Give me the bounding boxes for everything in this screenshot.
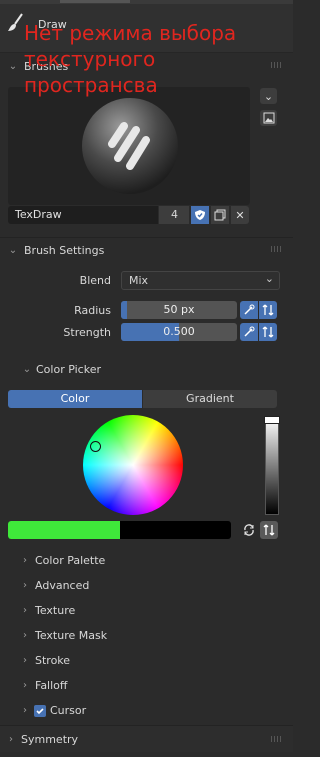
strength-label: Strength bbox=[63, 326, 111, 339]
symmetry-panel: › Symmetry bbox=[0, 725, 293, 752]
blend-value: Mix bbox=[129, 274, 149, 287]
subpanel-label: Falloff bbox=[35, 679, 68, 692]
blend-label: Blend bbox=[79, 274, 111, 287]
tab-marker bbox=[60, 0, 130, 3]
subpanel-advanced[interactable]: › Advanced bbox=[0, 573, 293, 598]
pressure-strength-icon[interactable] bbox=[240, 323, 258, 341]
tab-gradient[interactable]: Gradient bbox=[143, 390, 277, 408]
tab-gradient-label: Gradient bbox=[186, 392, 234, 405]
blend-dropdown[interactable]: Mix ⌄ bbox=[121, 271, 280, 290]
brush-name-field[interactable]: TexDraw bbox=[8, 206, 158, 224]
chevron-down-icon: ⌄ bbox=[8, 60, 18, 72]
tab-color-label: Color bbox=[60, 392, 90, 405]
panel-grip-icon[interactable] bbox=[271, 246, 283, 252]
chevron-right-icon: › bbox=[23, 680, 27, 691]
subpanel-cursor[interactable]: › Cursor bbox=[0, 698, 293, 723]
brush-name: TexDraw bbox=[15, 208, 62, 221]
duplicate-icon[interactable] bbox=[211, 206, 229, 224]
chevron-right-icon: › bbox=[23, 630, 27, 641]
subpanel-texture[interactable]: › Texture bbox=[0, 598, 293, 623]
chevron-right-icon: › bbox=[23, 705, 27, 716]
pressure-radius-icon[interactable] bbox=[240, 301, 258, 319]
brush-thumbnail-icon bbox=[82, 98, 178, 194]
chevron-right-icon: › bbox=[9, 733, 13, 745]
color-picker-panel: ⌄ Color Picker Color Gradient bbox=[0, 357, 293, 547]
chevron-right-icon: › bbox=[23, 605, 27, 616]
user-count-value: 4 bbox=[171, 208, 178, 221]
swap-colors-icon[interactable] bbox=[240, 521, 258, 539]
brush-settings-title: Brush Settings bbox=[24, 243, 105, 257]
color-wheel[interactable] bbox=[83, 415, 183, 515]
subpanel-falloff[interactable]: › Falloff bbox=[0, 673, 293, 698]
brush-settings-header[interactable]: ⌄ Brush Settings bbox=[0, 238, 293, 262]
chevron-down-icon: ⌄ bbox=[264, 272, 274, 285]
subpanel-texture-mask[interactable]: › Texture Mask bbox=[0, 623, 293, 648]
color-picker-header[interactable]: ⌄ Color Picker bbox=[0, 357, 293, 381]
subpanel-color-palette[interactable]: › Color Palette bbox=[0, 548, 293, 573]
radius-label: Radius bbox=[74, 304, 111, 317]
subpanel-list: › Color Palette › Advanced › Texture › T… bbox=[0, 548, 293, 723]
subpanel-label: Advanced bbox=[35, 579, 90, 592]
color-swatch[interactable] bbox=[8, 521, 231, 539]
tab-strip bbox=[0, 0, 293, 4]
chevron-down-icon: ⌄ bbox=[8, 244, 18, 256]
value-slider-handle[interactable] bbox=[264, 416, 280, 424]
symmetry-title: Symmetry bbox=[21, 732, 79, 746]
radius-value: 50 px bbox=[163, 303, 195, 316]
strength-value: 0.500 bbox=[163, 325, 195, 338]
subpanel-stroke[interactable]: › Stroke bbox=[0, 648, 293, 673]
color-picker-title: Color Picker bbox=[36, 362, 101, 376]
checkmark-icon bbox=[36, 707, 44, 714]
value-slider[interactable] bbox=[265, 417, 279, 515]
brush-settings-panel: ⌄ Brush Settings Blend Mix ⌄ Radius 50 p… bbox=[0, 237, 293, 353]
tab-color[interactable]: Color bbox=[8, 390, 142, 408]
color-unit-icon[interactable] bbox=[260, 521, 278, 539]
user-count: 4 bbox=[159, 206, 189, 224]
subpanel-label: Texture Mask bbox=[35, 629, 108, 642]
close-icon[interactable]: ✕ bbox=[231, 206, 249, 224]
chevron-right-icon: › bbox=[23, 555, 27, 566]
subpanel-label: Color Palette bbox=[35, 554, 106, 567]
symmetry-header[interactable]: › Symmetry bbox=[0, 726, 293, 752]
color-wheel-cursor[interactable] bbox=[90, 441, 101, 452]
overlay-note: Нет режима выбора текстурного пространсв… bbox=[24, 21, 237, 97]
strength-unit-icon[interactable] bbox=[259, 323, 277, 341]
subpanel-label: Stroke bbox=[35, 654, 71, 667]
radius-slider[interactable]: 50 px bbox=[121, 301, 237, 319]
subpanel-label: Texture bbox=[35, 604, 76, 617]
size-unit-icon[interactable] bbox=[259, 301, 277, 319]
swatch-color-half bbox=[8, 521, 120, 539]
image-icon[interactable] bbox=[260, 110, 277, 126]
chevron-down-icon: ⌄ bbox=[22, 363, 32, 375]
chevron-right-icon: › bbox=[23, 655, 27, 666]
subpanel-label: Cursor bbox=[50, 704, 87, 717]
panel-grip-icon[interactable] bbox=[271, 736, 283, 742]
strength-slider[interactable]: 0.500 bbox=[121, 323, 237, 341]
cursor-checkbox[interactable] bbox=[34, 704, 46, 717]
brush-preview[interactable] bbox=[8, 87, 250, 205]
chevron-right-icon: › bbox=[23, 580, 27, 591]
fake-user-shield-icon[interactable] bbox=[191, 206, 209, 224]
